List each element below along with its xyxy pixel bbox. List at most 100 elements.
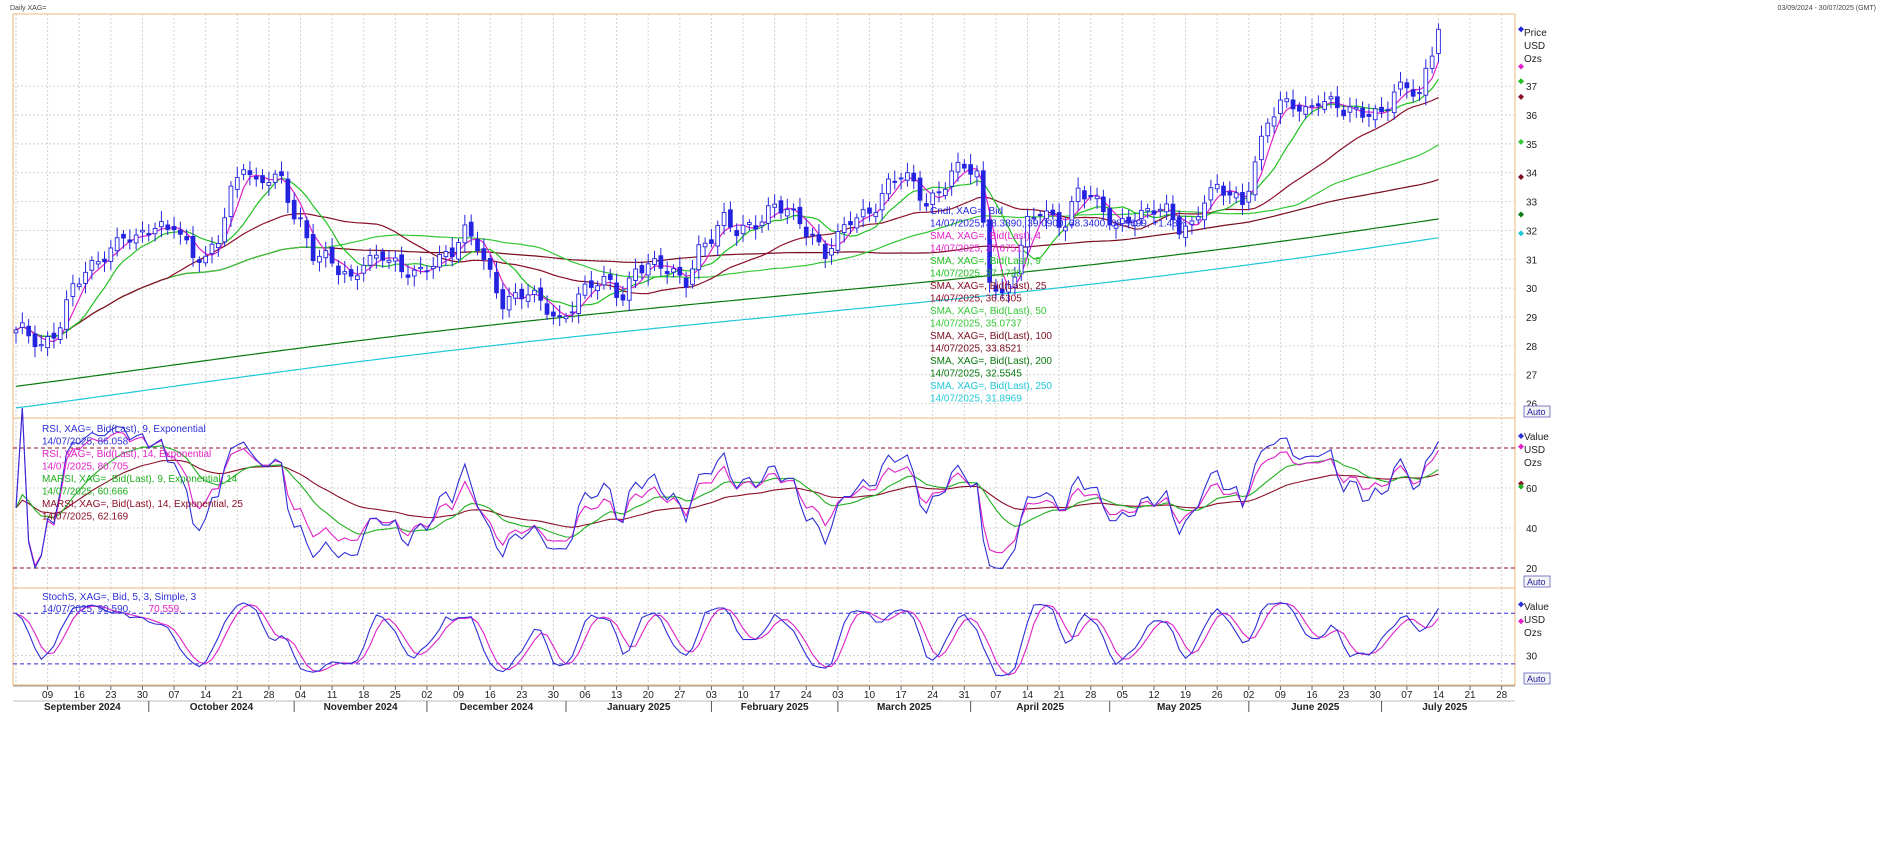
- chart-canvas: Daily XAG= 03/09/2024 - 30/07/2025 (GMT)…: [0, 0, 1882, 858]
- price-y-tick-label: 28: [1526, 342, 1538, 353]
- date-tick-label: 30: [548, 690, 560, 701]
- candle-body: [1347, 106, 1353, 113]
- candle-body: [557, 315, 563, 318]
- stoch-legend-value: 14/07/2025, 90.590,: [42, 604, 131, 615]
- price-legend-line1: SMA, XAG=, Bid(Last), 25: [930, 281, 1047, 292]
- candle-body: [620, 294, 626, 301]
- candle-body: [494, 272, 499, 294]
- price-axis-title: Ozs: [1524, 54, 1542, 65]
- price-y-tick-label: 29: [1526, 313, 1538, 324]
- price-auto-button-label[interactable]: Auto: [1527, 407, 1546, 417]
- price-y-tick-label: 35: [1526, 140, 1538, 151]
- candle-body: [506, 296, 512, 311]
- candle-body: [784, 209, 790, 217]
- candle-body: [291, 199, 297, 220]
- month-label: February 2025: [741, 702, 809, 713]
- candle-body: [835, 231, 841, 251]
- date-tick-label: 24: [801, 690, 813, 701]
- stoch-axis-title: USD: [1524, 615, 1545, 626]
- rsi-axis-title: USD: [1524, 445, 1545, 456]
- date-tick-label: 25: [390, 690, 402, 701]
- month-label: June 2025: [1291, 702, 1340, 713]
- price-legend-line2: 14/07/2025, 32.5545: [930, 369, 1022, 380]
- candle-body: [664, 271, 670, 275]
- candle-body: [1075, 187, 1081, 202]
- price-y-tick-label: 33: [1526, 198, 1538, 209]
- candle-body: [178, 229, 183, 235]
- candle-body: [228, 185, 234, 217]
- candle-body: [342, 271, 348, 275]
- candle-body: [70, 283, 76, 297]
- candle-body: [437, 254, 442, 268]
- candle-body: [279, 171, 284, 177]
- date-tick-label: 31: [959, 690, 971, 701]
- date-tick-label: 18: [358, 690, 370, 701]
- candle-body: [968, 164, 973, 175]
- month-label: October 2024: [190, 702, 254, 713]
- candle-body: [1246, 190, 1252, 203]
- price-legend-line1: SMA, XAG=, Bid(Last), 4: [930, 231, 1041, 242]
- month-label: March 2025: [877, 702, 932, 713]
- candle-body: [399, 254, 404, 273]
- candle-body: [1366, 113, 1372, 117]
- price-legend-line2: 14/07/2025, 31.8969: [930, 394, 1022, 405]
- rsi-auto-button-label[interactable]: Auto: [1527, 577, 1546, 587]
- candle-body: [1436, 28, 1441, 54]
- candle-body: [898, 177, 904, 180]
- date-tick-label: 10: [864, 690, 876, 701]
- date-tick-label: 16: [485, 690, 497, 701]
- month-label: April 2025: [1016, 702, 1064, 713]
- candle-body: [519, 288, 525, 300]
- candle-body: [1208, 187, 1214, 201]
- candle-body: [1391, 91, 1397, 114]
- candle-body: [215, 242, 221, 249]
- candle-body: [709, 239, 714, 244]
- candle-body: [867, 207, 872, 214]
- candle-body: [930, 192, 936, 205]
- candle-body: [778, 200, 784, 214]
- candle-body: [1315, 103, 1321, 107]
- candle-body: [1271, 116, 1277, 127]
- background: [0, 0, 1882, 858]
- candle-body: [759, 221, 765, 227]
- date-tick-label: 04: [295, 690, 307, 701]
- candle-body: [411, 269, 417, 277]
- candle-body: [848, 221, 853, 226]
- candle-body: [348, 269, 354, 277]
- candle-body: [1101, 196, 1106, 213]
- stoch-auto-button-label[interactable]: Auto: [1527, 674, 1546, 684]
- candle-body: [1353, 107, 1359, 110]
- date-tick-label: 16: [74, 690, 86, 701]
- price-legend-line2: 14/07/2025, 35.0737: [930, 319, 1022, 330]
- candle-body: [1221, 185, 1226, 196]
- candle-body: [1265, 122, 1271, 137]
- stoch-y-tick-label: 30: [1526, 651, 1538, 662]
- candle-body: [95, 261, 101, 265]
- candle-body: [32, 333, 38, 348]
- date-tick-label: 21: [1465, 690, 1477, 701]
- candle-body: [1094, 195, 1100, 200]
- candle-body: [1379, 106, 1384, 113]
- candle-body: [905, 172, 910, 181]
- month-label: September 2024: [44, 702, 121, 713]
- candle-body: [1088, 195, 1094, 198]
- candle-body: [1278, 99, 1283, 115]
- candle-body: [133, 234, 139, 244]
- candle-body: [734, 230, 740, 237]
- date-tick-label: 24: [927, 690, 939, 701]
- candle-body: [569, 311, 575, 314]
- candle-body: [1164, 203, 1169, 213]
- date-tick-label: 13: [611, 690, 623, 701]
- candle-body: [222, 217, 227, 243]
- candle-body: [241, 169, 246, 175]
- candle-body: [1145, 208, 1150, 212]
- candle-body: [19, 322, 25, 328]
- date-tick-label: 14: [200, 690, 212, 701]
- candle-body: [152, 227, 158, 235]
- candle-body: [576, 293, 582, 315]
- price-axis-title: Price: [1524, 28, 1547, 39]
- month-label: November 2024: [324, 702, 398, 713]
- candle-body: [323, 250, 329, 259]
- candle-body: [645, 263, 651, 276]
- candle-body: [500, 289, 506, 310]
